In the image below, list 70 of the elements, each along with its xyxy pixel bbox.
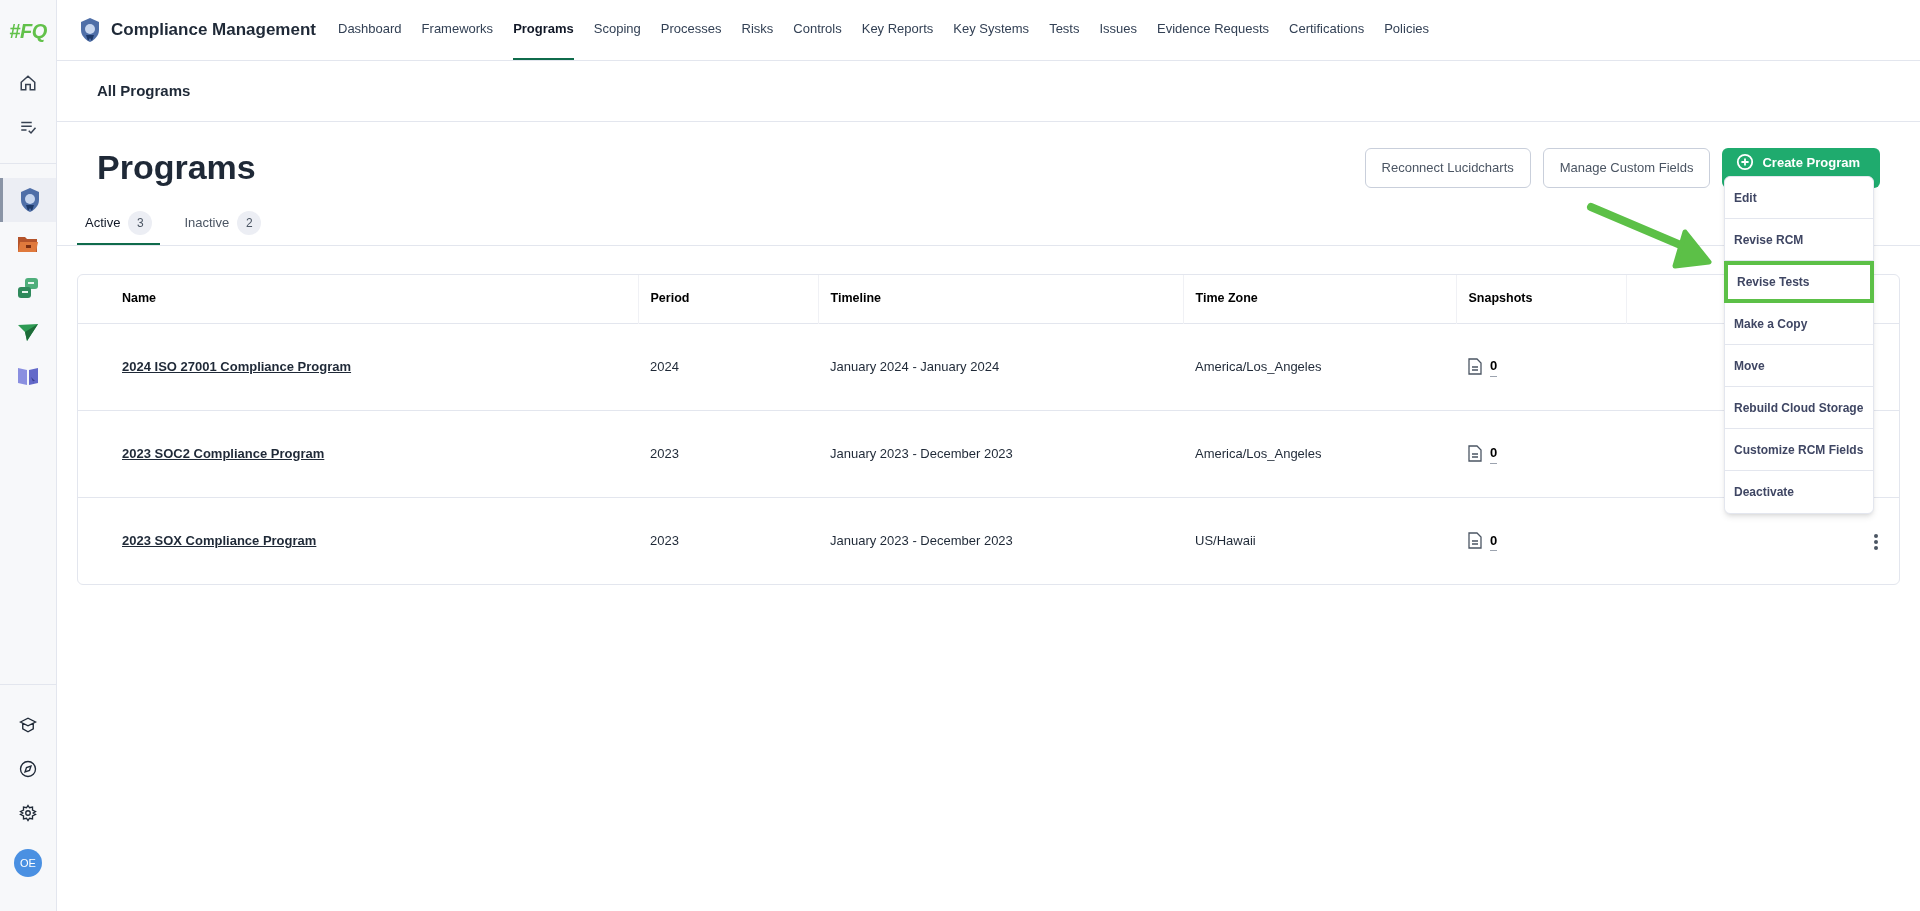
program-link[interactable]: 2023 SOX Compliance Program [122, 533, 317, 548]
sidebar-item[interactable] [0, 178, 56, 222]
menu-item[interactable]: Rebuild Cloud Storage [1725, 387, 1873, 429]
menu-item[interactable]: Make a Copy [1725, 303, 1873, 345]
tab[interactable]: Active 3 [77, 211, 161, 245]
nav-tab[interactable]: Key Reports [861, 0, 934, 60]
logo: #FQ [8, 18, 48, 44]
column-header: Name [78, 275, 638, 323]
app-title: Compliance Management [111, 19, 316, 42]
menu-item[interactable]: Edit [1725, 177, 1873, 219]
menu-item[interactable]: Deactivate [1725, 471, 1873, 513]
folder-icon [17, 234, 39, 254]
nav-tab[interactable]: Key Systems [953, 0, 1030, 60]
table-cell: US/Hawaii [1195, 533, 1256, 548]
program-link[interactable]: 2023 SOC2 Compliance Program [122, 445, 325, 461]
column-header: Timeline [818, 275, 1183, 323]
count-badge: 2 [237, 211, 262, 235]
nav-tab[interactable]: Processes [660, 0, 722, 60]
home-icon [19, 74, 37, 92]
shield-icon [79, 17, 101, 43]
table-cell: January 2023 - December 2023 [830, 445, 1013, 461]
document-icon [1468, 532, 1482, 550]
outline-button[interactable]: Reconnect Lucidcharts [1364, 147, 1531, 188]
nav-tab[interactable]: Controls [793, 0, 842, 60]
breadcrumb: All Programs [97, 80, 191, 101]
menu-item[interactable]: Revise RCM [1725, 219, 1873, 261]
tab-label: Inactive [184, 214, 230, 233]
menu-item[interactable]: Move [1725, 345, 1873, 387]
table-cell: America/Los_Angeles [1195, 358, 1322, 374]
snapshot-count[interactable]: 0 [1490, 356, 1498, 377]
page-title: Programs [97, 147, 256, 188]
snapshot-count[interactable]: 0 [1490, 530, 1498, 551]
nav-tab[interactable]: Dashboard [338, 0, 402, 60]
nav-tab[interactable]: Frameworks [421, 0, 494, 60]
nav-tab[interactable]: Scoping [593, 0, 641, 60]
column-header: Snapshots [1456, 275, 1626, 323]
paper-plane-icon [17, 322, 39, 342]
table-cell: 2023 [650, 533, 679, 548]
table-cell: January 2023 - December 2023 [830, 533, 1013, 548]
settings-icon[interactable] [19, 804, 37, 822]
nav-tab[interactable]: Certifications [1289, 0, 1365, 60]
menu-item[interactable]: Revise Tests [1724, 261, 1874, 303]
nav-tab[interactable]: Issues [1099, 0, 1138, 60]
nav-tab[interactable]: Risks [741, 0, 774, 60]
table-cell: January 2024 - January 2024 [830, 358, 1000, 374]
document-icon [1468, 445, 1482, 462]
column-header: Time Zone [1183, 275, 1456, 323]
count-badge: 3 [128, 211, 153, 235]
program-link[interactable]: 2024 ISO 27001 Compliance Program [122, 358, 352, 374]
tab[interactable]: Inactive 2 [176, 211, 270, 245]
tab-label: Active [85, 214, 121, 233]
menu-item[interactable]: Customize RCM Fields [1725, 429, 1873, 471]
table-cell: 2024 [650, 358, 679, 374]
table-cell: America/Los_Angeles [1195, 445, 1322, 461]
outline-button[interactable]: Manage Custom Fields [1542, 147, 1711, 188]
box-icon[interactable] [19, 716, 37, 734]
compass-icon[interactable] [19, 760, 37, 778]
table-cell: 2023 [650, 445, 679, 461]
snapshot-count[interactable]: 0 [1490, 443, 1498, 464]
nav-tab[interactable]: Evidence Requests [1157, 0, 1270, 60]
plus-icon [1736, 152, 1755, 171]
nav-tab[interactable]: Tests [1049, 0, 1080, 60]
more-icon[interactable] [1873, 532, 1879, 551]
column-header: Period [638, 275, 818, 323]
book-icon [17, 366, 39, 386]
exchange-icon [17, 277, 39, 299]
shield-icon [18, 187, 41, 213]
nav-tab[interactable]: Policies [1384, 0, 1429, 60]
nav-tab[interactable]: Programs [513, 0, 574, 60]
document-icon [1468, 358, 1482, 375]
